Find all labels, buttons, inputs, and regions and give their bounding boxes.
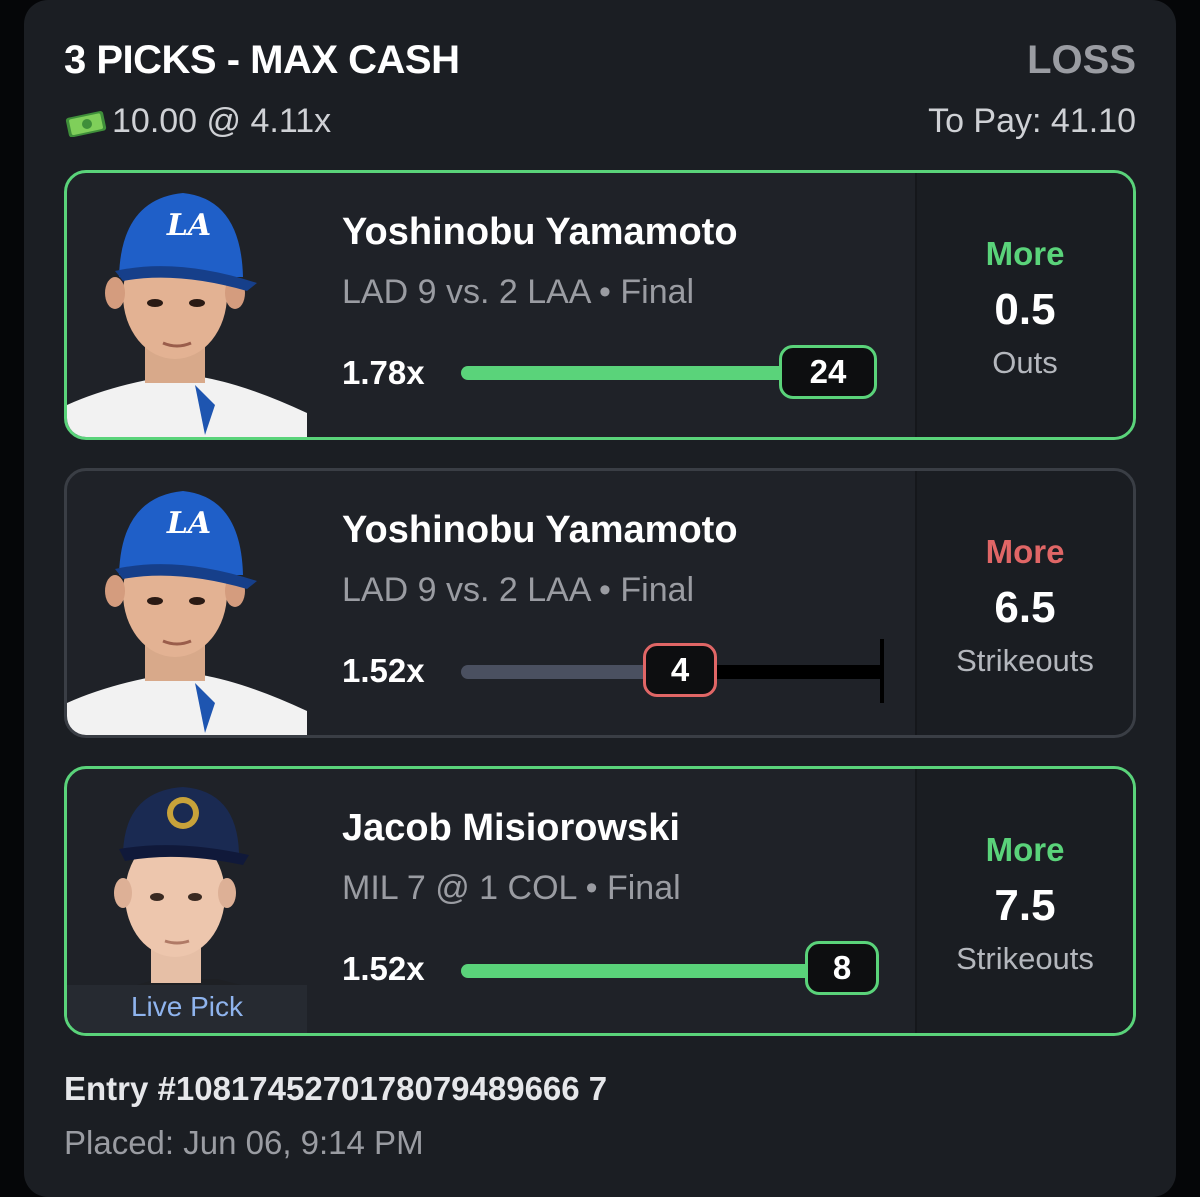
game-status: LAD 9 vs. 2 LAA • Final <box>342 571 695 609</box>
la-logo: LA <box>166 506 211 541</box>
target-marker <box>880 639 884 703</box>
actual-value: 24 <box>779 345 877 399</box>
live-pick-label: Live Pick <box>67 985 307 1033</box>
player-name: Jacob Misiorowski <box>342 807 680 849</box>
progress-bar <box>461 964 841 978</box>
actual-value: 8 <box>805 941 879 995</box>
pick-card[interactable]: LA Yoshinobu Yamamoto LAD 9 vs. 2 LAA • … <box>64 170 1136 440</box>
entry-id: Entry #1081745270178079489666 7 <box>64 1070 608 1107</box>
pick-line: 0.5 <box>994 285 1056 334</box>
pick-line-panel: More 6.5 Strikeouts <box>915 471 1133 735</box>
actual-value: 4 <box>643 643 717 697</box>
pick-card[interactable]: Live Pick Jacob Misiorowski MIL 7 @ 1 CO… <box>64 766 1136 1036</box>
pick-line-panel: More 0.5 Outs <box>915 173 1133 437</box>
pick-stat: Outs <box>992 345 1058 380</box>
pick-direction: More <box>985 235 1065 272</box>
game-status: MIL 7 @ 1 COL • Final <box>342 869 681 907</box>
placed-time: Placed: Jun 06, 9:14 PM <box>64 1124 424 1161</box>
wager-info: 10.00 @ 4.11x <box>64 102 331 141</box>
la-logo: LA <box>166 208 211 243</box>
player-name: Yoshinobu Yamamoto <box>342 211 738 253</box>
pick-line-panel: More 7.5 Strikeouts <box>915 769 1133 1033</box>
wager-text: 10.00 @ 4.11x <box>112 102 332 140</box>
pick-line: 6.5 <box>994 583 1056 632</box>
pick-direction: More <box>985 831 1065 868</box>
pick-line: 7.5 <box>994 881 1056 930</box>
multiplier: 1.52x <box>342 652 425 689</box>
game-status: LAD 9 vs. 2 LAA • Final <box>342 273 695 311</box>
pick-direction: More <box>985 533 1065 570</box>
status-badge: LOSS <box>1027 38 1136 82</box>
cash-icon <box>65 110 107 137</box>
player-photo: LA <box>67 193 307 437</box>
entry-title: 3 PICKS - MAX CASH <box>64 38 460 82</box>
player-photo: LA <box>67 491 307 735</box>
pick-stat: Strikeouts <box>956 643 1094 678</box>
multiplier: 1.52x <box>342 950 425 987</box>
multiplier: 1.78x <box>342 354 425 391</box>
pick-card[interactable]: LA Yoshinobu Yamamoto LAD 9 vs. 2 LAA • … <box>64 468 1136 738</box>
to-pay: To Pay: 41.10 <box>928 102 1136 140</box>
pick-stat: Strikeouts <box>956 941 1094 976</box>
player-name: Yoshinobu Yamamoto <box>342 509 738 551</box>
entry-card: 3 PICKS - MAX CASH LOSS 10.00 @ 4.11x To… <box>24 0 1176 1197</box>
progress-bar <box>461 366 821 380</box>
